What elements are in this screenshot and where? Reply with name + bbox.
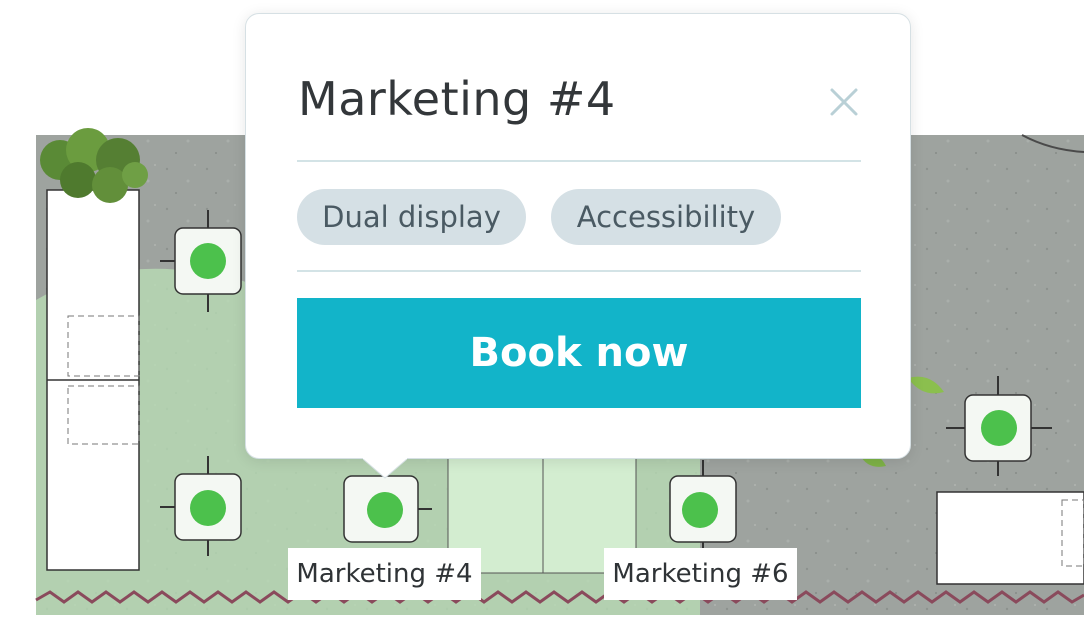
book-now-button[interactable]: Book now [297,298,861,408]
desk-available-dot[interactable] [190,490,226,526]
desk-available-dot[interactable] [682,492,718,528]
close-icon[interactable] [826,84,862,120]
desk-available-dot[interactable] [981,410,1017,446]
amenity-chip-accessibility: Accessibility [551,189,781,245]
popup-pointer [363,450,407,479]
amenity-chip-dual-display: Dual display [297,189,526,245]
divider [297,160,861,162]
desk-label-marketing-6[interactable]: Marketing #6 [604,548,797,600]
desk-label-marketing-4[interactable]: Marketing #4 [288,548,481,600]
desk-details-popup: Marketing #4 Dual display Accessibility … [245,13,911,459]
desk-available-dot[interactable] [367,492,403,528]
popup-title: Marketing #4 [298,72,616,126]
divider [297,270,861,272]
desk-available-dot[interactable] [190,243,226,279]
